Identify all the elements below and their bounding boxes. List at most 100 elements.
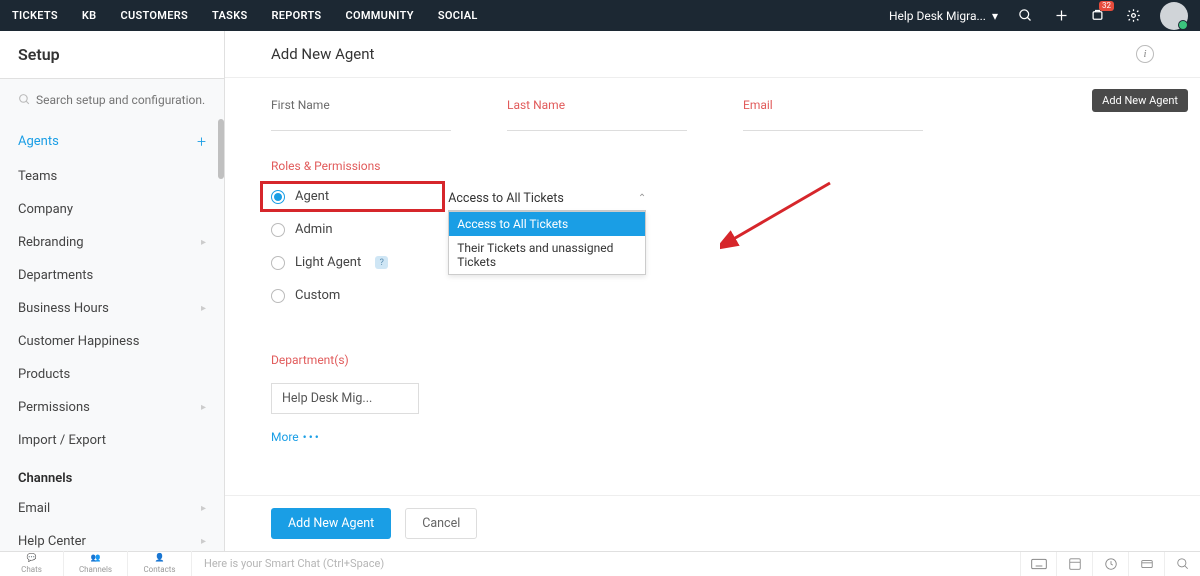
role-label: Agent <box>295 189 329 204</box>
radio-icon <box>271 190 285 204</box>
nav-tasks[interactable]: TASKS <box>212 9 247 22</box>
status-bar: 💬 Chats 👥 Channels 👤 Contacts Here is yo… <box>0 551 1200 575</box>
first-name-field[interactable]: First Name <box>271 98 451 131</box>
email-label: Email <box>743 98 923 112</box>
more-label: More <box>271 430 299 444</box>
permission-dropdown: Access to All Tickets Their Tickets and … <box>448 211 646 275</box>
sidebar-section-channels: Channels <box>0 457 224 492</box>
email-field[interactable]: Email <box>743 98 923 131</box>
sidebar-item-label: Customer Happiness <box>18 334 139 349</box>
sidebar-item-help-center[interactable]: Help Center▸ <box>0 525 224 551</box>
nav-kb[interactable]: KB <box>82 9 97 22</box>
role-option-light-agent[interactable]: Light Agent ? <box>271 255 388 270</box>
sidebar-item-departments[interactable]: Departments <box>0 259 224 292</box>
sidebar-item-agents[interactable]: Agents + <box>0 123 224 160</box>
sidebar-item-label: Teams <box>18 169 57 184</box>
search-icon[interactable] <box>1016 7 1034 25</box>
permission-option[interactable]: Their Tickets and unassigned Tickets <box>449 236 645 274</box>
first-name-label: First Name <box>271 98 451 112</box>
chevron-down-icon: ▾ <box>992 9 998 23</box>
sidebar-list: Agents + Teams Company Rebranding▸ Depar… <box>0 119 224 551</box>
add-agent-button[interactable]: Add New Agent <box>271 508 391 539</box>
clock-icon[interactable] <box>1092 552 1128 576</box>
sidebar-item-permissions[interactable]: Permissions ▸ <box>0 391 224 424</box>
sidebar-item-teams[interactable]: Teams <box>0 160 224 193</box>
sb-label: Channels <box>79 565 112 574</box>
notifications-icon[interactable]: 32 <box>1088 7 1106 25</box>
contacts-icon: 👤 <box>155 553 165 564</box>
help-icon[interactable]: ? <box>375 256 388 269</box>
sidebar-item-label: Import / Export <box>18 433 106 448</box>
sidebar-search-input[interactable] <box>14 87 210 113</box>
sidebar-item-label: Email <box>18 501 50 516</box>
radio-icon <box>271 289 285 303</box>
roles-list: Agent Admin Light Agent ? Custom <box>271 189 388 303</box>
sidebar-item-label: Agents <box>18 134 59 149</box>
sidebar-item-business-hours[interactable]: Business Hours ▸ <box>0 292 224 325</box>
radio-icon <box>271 223 285 237</box>
chat-icon: 💬 <box>27 553 37 564</box>
smart-chat-hint[interactable]: Here is your Smart Chat (Ctrl+Space) <box>192 557 1020 570</box>
sidebar-item-label: Products <box>18 367 70 382</box>
sidebar-item-happiness[interactable]: Customer Happiness <box>0 325 224 358</box>
role-option-admin[interactable]: Admin <box>271 222 388 237</box>
role-option-agent[interactable]: Agent <box>260 181 445 212</box>
form-area: First Name Last Name Email Roles & Permi… <box>225 78 1200 551</box>
add-agent-icon[interactable]: + <box>197 132 206 151</box>
sidebar-item-products[interactable]: Products <box>0 358 224 391</box>
role-option-custom[interactable]: Custom <box>271 288 388 303</box>
top-nav: TICKETS KB CUSTOMERS TASKS REPORTS COMMU… <box>0 0 1200 31</box>
permission-select[interactable]: Access to All Tickets ⌃ Access to All Ti… <box>448 187 646 211</box>
sb-chats[interactable]: 💬 Chats <box>0 551 64 576</box>
sb-contacts[interactable]: 👤 Contacts <box>128 551 192 576</box>
chevron-right-icon: ▸ <box>201 503 206 514</box>
permission-selected: Access to All Tickets <box>448 191 564 206</box>
nav-tickets[interactable]: TICKETS <box>12 9 58 22</box>
roles-section-label: Roles & Permissions <box>271 159 1154 173</box>
nav-social[interactable]: SOCIAL <box>438 9 478 22</box>
org-label: Help Desk Migra... <box>889 9 986 23</box>
sb-label: Contacts <box>143 565 175 574</box>
sidebar: Setup Agents + Teams Company Rebranding▸… <box>0 31 225 551</box>
department-select[interactable]: Help Desk Mig... <box>271 383 419 414</box>
info-icon[interactable]: i <box>1136 45 1154 63</box>
nav-reports[interactable]: REPORTS <box>271 9 321 22</box>
plus-icon[interactable] <box>1052 7 1070 25</box>
sidebar-item-rebranding[interactable]: Rebranding▸ <box>0 226 224 259</box>
department-label: Department(s) <box>271 353 1154 367</box>
card-icon[interactable] <box>1128 552 1164 576</box>
sidebar-item-import-export[interactable]: Import / Export <box>0 424 224 457</box>
main-panel: Add New Agent i Add New Agent First Name… <box>225 31 1200 551</box>
org-dropdown[interactable]: Help Desk Migra... ▾ <box>889 9 998 23</box>
nav-community[interactable]: COMMUNITY <box>345 9 413 22</box>
keyboard-icon[interactable] <box>1020 552 1056 576</box>
gear-icon[interactable] <box>1124 7 1142 25</box>
nav-customers[interactable]: CUSTOMERS <box>120 9 188 22</box>
radio-icon <box>271 256 285 270</box>
avatar[interactable] <box>1160 2 1188 30</box>
window-icon[interactable] <box>1056 552 1092 576</box>
sidebar-item-label: Business Hours <box>18 301 109 316</box>
page-title: Add New Agent <box>271 45 374 63</box>
sidebar-search <box>0 79 224 119</box>
sb-label: Chats <box>21 565 42 574</box>
chevron-right-icon: ▸ <box>201 536 206 547</box>
more-link[interactable]: More ••• <box>271 430 321 444</box>
sb-channels[interactable]: 👥 Channels <box>64 551 128 576</box>
sidebar-item-email[interactable]: Email ▸ <box>0 492 224 525</box>
sidebar-item-company[interactable]: Company <box>0 193 224 226</box>
role-label: Light Agent <box>295 255 361 270</box>
search-icon[interactable] <box>1164 552 1200 576</box>
cancel-button[interactable]: Cancel <box>405 508 477 539</box>
chevron-right-icon: ▸ <box>201 402 206 413</box>
permission-option[interactable]: Access to All Tickets <box>449 212 645 236</box>
notification-badge: 32 <box>1099 1 1114 11</box>
sidebar-item-label: Permissions <box>18 400 90 415</box>
sidebar-item-label: Company <box>18 202 73 217</box>
top-nav-items: TICKETS KB CUSTOMERS TASKS REPORTS COMMU… <box>12 9 478 22</box>
chevron-right-icon: ▸ <box>201 237 206 248</box>
chevron-right-icon: ▸ <box>201 303 206 314</box>
scrollbar-thumb[interactable] <box>218 119 224 179</box>
last-name-field[interactable]: Last Name <box>507 98 687 131</box>
dots-icon: ••• <box>303 430 321 444</box>
